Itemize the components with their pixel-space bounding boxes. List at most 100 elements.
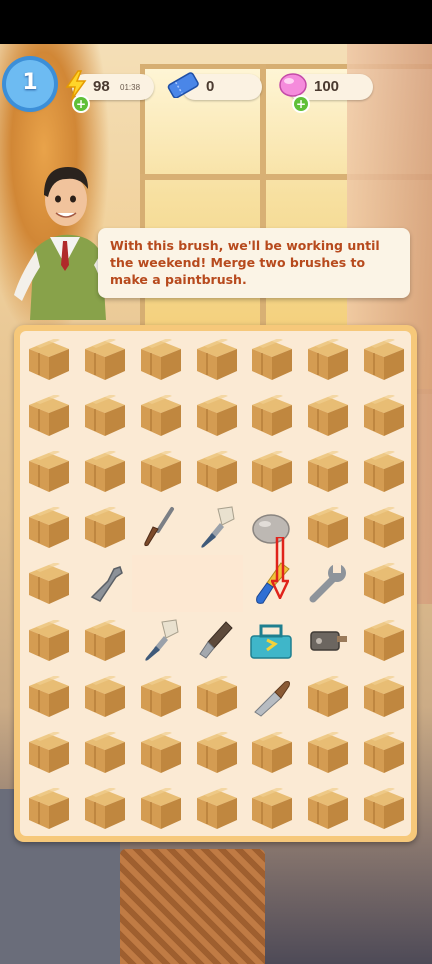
cardboard-box-icon — [308, 451, 349, 493]
board-cell-box[interactable] — [355, 387, 411, 443]
board-cell-box[interactable] — [299, 331, 355, 387]
board-cell-brush[interactable] — [188, 499, 244, 555]
board-cell-box[interactable] — [20, 555, 76, 611]
cardboard-box-icon — [140, 787, 181, 829]
board-cell-clamp[interactable] — [299, 612, 355, 668]
cardboard-box-icon — [308, 731, 349, 773]
board-cell-box[interactable] — [132, 724, 188, 780]
board-cell-screwdriver[interactable] — [132, 499, 188, 555]
board-cell-box[interactable] — [355, 724, 411, 780]
cardboard-box-icon — [29, 563, 69, 605]
board-cell-box[interactable] — [20, 443, 76, 499]
cardboard-box-icon — [196, 339, 237, 380]
board-cell-empty[interactable] — [131, 555, 188, 612]
board-cell-box[interactable] — [20, 724, 76, 780]
board-cell-knife[interactable] — [243, 668, 299, 724]
cardboard-box-icon — [364, 563, 405, 605]
board-cell-box[interactable] — [132, 331, 188, 387]
board-cell-box[interactable] — [243, 331, 299, 387]
board-cell-wrench-broken[interactable] — [76, 555, 132, 611]
board-cell-box[interactable] — [299, 443, 355, 499]
board-cell-box[interactable] — [188, 387, 244, 443]
board-cell-box[interactable] — [299, 724, 355, 780]
board-cell-box[interactable] — [132, 668, 188, 724]
board-cell-box[interactable] — [188, 724, 244, 780]
cardboard-box-icon — [29, 395, 69, 437]
cardboard-box-icon — [308, 395, 349, 437]
board-cell-box[interactable] — [76, 780, 132, 836]
chisel-icon — [198, 620, 233, 659]
board-cell-box[interactable] — [76, 724, 132, 780]
clamp-icon — [310, 630, 348, 651]
gem-add-icon[interactable]: + — [294, 97, 308, 111]
board-cell-toolbox[interactable] — [243, 612, 299, 668]
board-cell-box[interactable] — [188, 331, 244, 387]
board-cell-box[interactable] — [188, 780, 244, 836]
board-cell-box[interactable] — [76, 443, 132, 499]
board-cell-box[interactable] — [355, 612, 411, 668]
board-cell-box[interactable] — [299, 387, 355, 443]
cardboard-box-icon — [84, 507, 125, 549]
board-cell-box[interactable] — [355, 443, 411, 499]
board-cell-box[interactable] — [243, 724, 299, 780]
cardboard-box-icon — [140, 675, 181, 717]
cardboard-box-icon — [84, 731, 125, 773]
wrench-icon — [309, 563, 347, 603]
board-cell-box[interactable] — [355, 668, 411, 724]
cardboard-box-icon — [364, 339, 405, 380]
board-cell-box[interactable] — [132, 443, 188, 499]
board-cell-box[interactable] — [299, 780, 355, 836]
cardboard-box-icon — [29, 787, 69, 829]
board-cell-box[interactable] — [132, 780, 188, 836]
wrench-broken-icon — [90, 566, 123, 603]
board-cell-box[interactable] — [76, 499, 132, 555]
cardboard-box-icon — [364, 619, 405, 661]
board-cell-box[interactable] — [188, 443, 244, 499]
board-cell-box[interactable] — [299, 668, 355, 724]
ticket-value: 0 — [206, 78, 215, 95]
board-cell-box[interactable] — [355, 499, 411, 555]
board-cell-box[interactable] — [20, 331, 76, 387]
board-cell-box[interactable] — [355, 331, 411, 387]
cardboard-box-icon — [84, 451, 125, 493]
speech-text: With this brush, we'll be working until … — [110, 238, 380, 287]
cardboard-box-icon — [252, 787, 293, 829]
cardboard-box-icon — [29, 619, 69, 661]
board-cell-box[interactable] — [76, 387, 132, 443]
cardboard-box-icon — [140, 395, 181, 437]
board-cell-box[interactable] — [20, 387, 76, 443]
cardboard-box-icon — [364, 507, 405, 549]
board-cell-box[interactable] — [299, 499, 355, 555]
cardboard-box-icon — [308, 675, 349, 717]
cardboard-box-icon — [29, 451, 69, 493]
cardboard-box-icon — [84, 787, 125, 829]
board-cell-box[interactable] — [188, 668, 244, 724]
cardboard-box-icon — [364, 395, 405, 437]
cardboard-box-icon — [196, 395, 237, 437]
brush-icon — [145, 618, 179, 661]
board-cell-box[interactable] — [355, 555, 411, 611]
board-cell-box[interactable] — [76, 668, 132, 724]
level-badge[interactable]: 1 — [6, 60, 54, 108]
cardboard-box-icon — [364, 451, 405, 493]
board-cell-brush[interactable] — [132, 612, 188, 668]
board-cell-box[interactable] — [20, 612, 76, 668]
brush-icon — [200, 506, 235, 548]
board-cell-box[interactable] — [243, 780, 299, 836]
energy-value: 98 — [93, 78, 110, 95]
energy-add-icon[interactable]: + — [74, 97, 88, 111]
board-cell-box[interactable] — [355, 780, 411, 836]
board-cell-empty[interactable] — [187, 555, 244, 612]
cardboard-box-icon — [29, 675, 69, 717]
cardboard-box-icon — [140, 731, 181, 773]
board-cell-box[interactable] — [243, 387, 299, 443]
board-cell-wrench[interactable] — [299, 555, 355, 611]
board-cell-box[interactable] — [132, 387, 188, 443]
board-cell-box[interactable] — [20, 780, 76, 836]
board-cell-box[interactable] — [20, 668, 76, 724]
board-cell-box[interactable] — [20, 499, 76, 555]
board-cell-box[interactable] — [76, 612, 132, 668]
board-cell-box[interactable] — [243, 443, 299, 499]
board-cell-box[interactable] — [76, 331, 132, 387]
board-cell-chisel[interactable] — [188, 612, 244, 668]
